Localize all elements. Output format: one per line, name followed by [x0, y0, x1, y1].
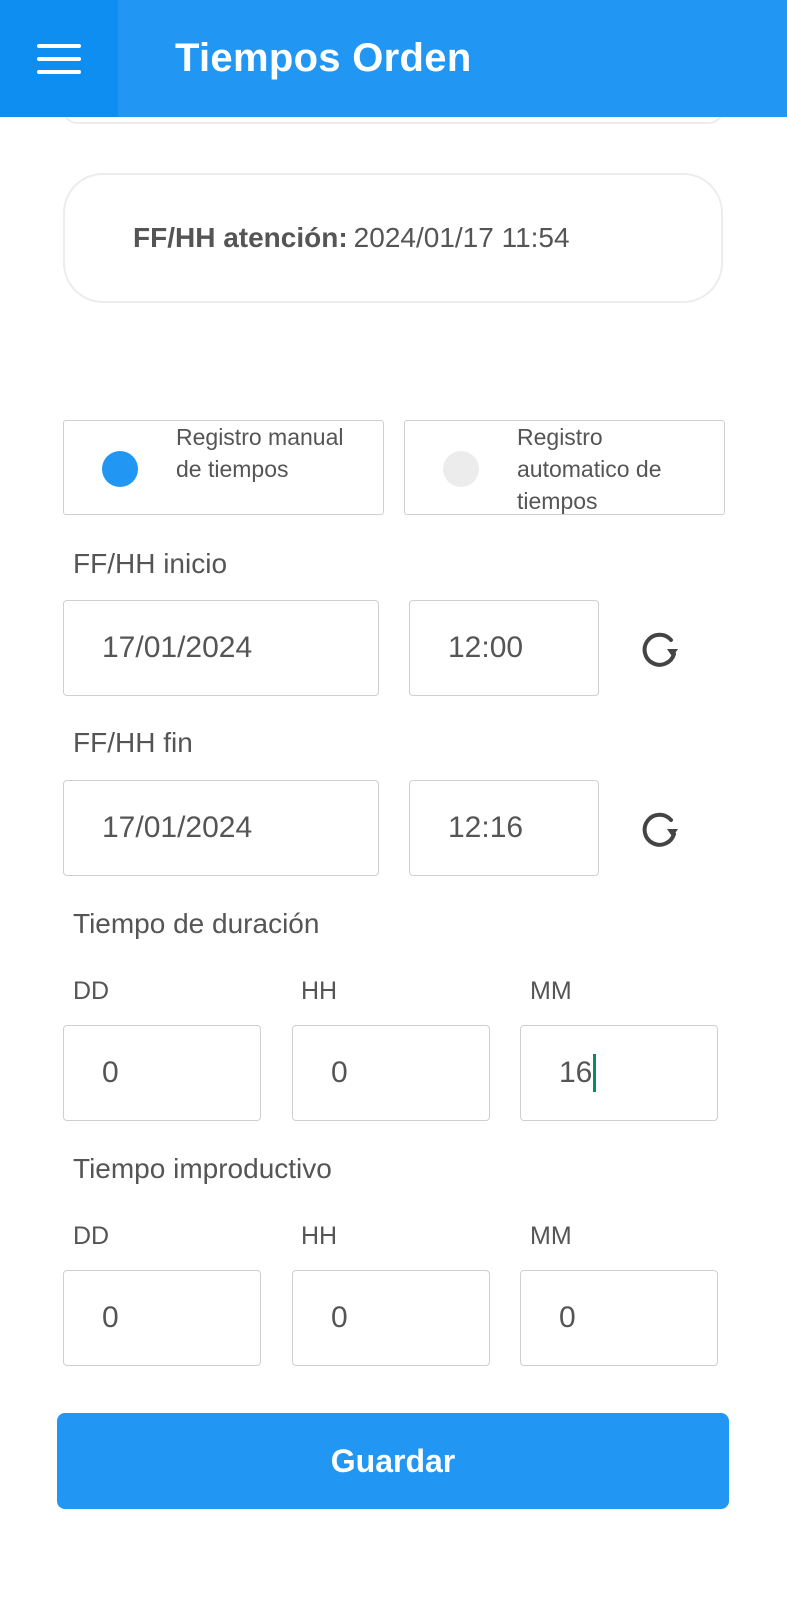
improductivo-mm-field[interactable]: 0 [520, 1270, 718, 1366]
radio-registro-automatico[interactable]: Registro automatico de tiempos [404, 420, 725, 515]
fin-label: FF/HH fin [73, 727, 193, 758]
radio-selected-icon [102, 451, 138, 487]
improductivo-hh-value: 0 [331, 1301, 348, 1334]
inicio-date-value: 17/01/2024 [102, 631, 253, 664]
duracion-mm-label: MM [530, 977, 572, 1005]
menu-button[interactable] [0, 0, 118, 117]
save-button[interactable]: Guardar [57, 1413, 729, 1509]
duracion-mm-value: 16 [559, 1056, 593, 1089]
attention-value: 2024/01/17 11:54 [353, 222, 570, 253]
duracion-hh-field[interactable]: 0 [292, 1025, 490, 1121]
radio-unselected-icon [443, 451, 479, 487]
improductivo-mm-label: MM [530, 1222, 572, 1250]
duracion-hh-value: 0 [331, 1056, 348, 1089]
improductivo-dd-field[interactable]: 0 [63, 1270, 261, 1366]
inicio-time-field[interactable]: 12:00 [409, 600, 599, 696]
inicio-date-field[interactable]: 17/01/2024 [63, 600, 379, 696]
inicio-label: FF/HH inicio [73, 548, 228, 579]
duracion-hh-label: HH [301, 977, 338, 1005]
improductivo-hh-field[interactable]: 0 [292, 1270, 490, 1366]
improductivo-dd-value: 0 [102, 1301, 119, 1334]
fin-time-value: 12:16 [448, 811, 524, 844]
attention-label: FF/HH atención: [133, 222, 348, 253]
duracion-mm-field[interactable]: 16 [520, 1025, 718, 1121]
inicio-time-value: 12:00 [448, 631, 524, 664]
improductivo-label: Tiempo improductivo [73, 1153, 332, 1184]
app-header: Tiempos Orden [0, 0, 787, 117]
fin-date-field[interactable]: 17/01/2024 [63, 780, 379, 876]
duracion-dd-field[interactable]: 0 [63, 1025, 261, 1121]
radio-manual-label: Registro manual de tiempos [176, 424, 344, 482]
attention-card: FF/HH atención: 2024/01/17 11:54 [63, 173, 723, 303]
fin-time-field[interactable]: 12:16 [409, 780, 599, 876]
text-caret [593, 1054, 597, 1092]
radio-automatico-label: Registro automatico de tiempos [517, 424, 662, 514]
radio-registro-manual[interactable]: Registro manual de tiempos [63, 420, 384, 515]
duracion-label: Tiempo de duración [73, 908, 320, 939]
duracion-dd-value: 0 [102, 1056, 119, 1089]
refresh-icon[interactable] [638, 807, 682, 851]
page-title: Tiempos Orden [175, 36, 472, 80]
hamburger-menu-icon [37, 43, 81, 74]
improductivo-dd-label: DD [73, 1222, 110, 1250]
refresh-icon[interactable] [638, 627, 682, 671]
fin-date-value: 17/01/2024 [102, 811, 253, 844]
duracion-dd-label: DD [73, 977, 110, 1005]
improductivo-mm-value: 0 [559, 1301, 576, 1334]
improductivo-hh-label: HH [301, 1222, 338, 1250]
